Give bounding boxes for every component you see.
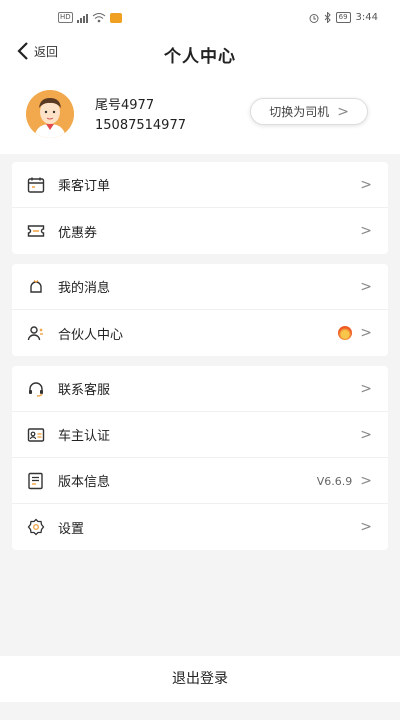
- menu-group-orders: 乘客订单 > 优惠券 >: [12, 162, 388, 254]
- status-time: 3:44: [355, 12, 378, 23]
- status-left: HD: [58, 12, 122, 23]
- menu-item-label: 设置: [58, 521, 85, 537]
- menu-group-service: 联系客服 > 车主认证 > 版本信息 V6.6.9 > 设置 >: [12, 366, 388, 550]
- status-right: 69 3:44: [309, 12, 378, 23]
- menu-item-label: 我的消息: [58, 281, 111, 296]
- chevron-right-icon: >: [360, 427, 372, 443]
- chevron-right-icon: >: [360, 223, 372, 239]
- menu-item-my-messages[interactable]: 我的消息 >: [12, 264, 388, 310]
- menu-group-social: 我的消息 > 合伙人中心 >: [12, 264, 388, 356]
- menu-item-coupons[interactable]: 优惠券 >: [12, 208, 388, 254]
- user-avatar-icon: [26, 90, 74, 138]
- menu-item-owner-verification[interactable]: 车主认证 >: [12, 412, 388, 458]
- switch-to-driver-button[interactable]: 切换为司机 >: [250, 98, 368, 125]
- chevron-right-icon: >: [360, 177, 372, 193]
- info-doc-icon: [26, 471, 46, 491]
- id-card-icon: [26, 425, 46, 445]
- menu-item-partner-center[interactable]: 合伙人中心 >: [12, 310, 388, 356]
- chevron-right-icon: >: [360, 519, 372, 535]
- nav-header: 返回 个人中心: [0, 34, 400, 74]
- chevron-right-icon: >: [360, 473, 372, 489]
- chevron-right-icon: >: [360, 325, 372, 341]
- menu-item-label: 联系客服: [58, 383, 111, 398]
- flame-icon: [338, 326, 353, 340]
- menu-item-settings[interactable]: 设置 >: [12, 504, 388, 550]
- battery-icon: 69: [335, 12, 351, 23]
- ticket-icon: [26, 221, 46, 241]
- wifi-icon: [92, 12, 105, 22]
- menu-item-customer-service[interactable]: 联系客服 >: [12, 366, 388, 412]
- profile-phone: 15087514977: [95, 118, 186, 133]
- partner-icon: [26, 323, 46, 343]
- notification-icon: [109, 12, 122, 23]
- version-value: V6.6.9: [316, 474, 353, 488]
- bluetooth-icon: [324, 12, 331, 23]
- menu-item-passenger-orders[interactable]: 乘客订单 >: [12, 162, 388, 208]
- calendar-icon: [26, 175, 46, 195]
- menu-item-version-info[interactable]: 版本信息 V6.6.9 >: [12, 458, 388, 504]
- logout-button[interactable]: 退出登录: [0, 656, 400, 702]
- hd-icon: HD: [58, 12, 73, 23]
- chevron-right-icon: >: [360, 381, 372, 397]
- alarm-icon: [309, 13, 319, 23]
- page-title: 个人中心: [164, 47, 236, 67]
- chevron-right-icon: >: [360, 279, 372, 295]
- menu-item-label: 合伙人中心: [58, 327, 124, 343]
- switch-label: 切换为司机: [269, 105, 330, 119]
- menu-item-label: 版本信息: [58, 475, 111, 490]
- menu-item-label: 车主认证: [58, 429, 111, 444]
- chevron-right-icon: >: [337, 103, 349, 120]
- menu-item-label: 优惠券: [58, 225, 98, 241]
- menu-item-label: 乘客订单: [58, 179, 111, 194]
- bell-icon: [26, 277, 46, 297]
- gear-icon: [26, 517, 46, 537]
- signal-icon: [76, 13, 88, 23]
- profile-name: 尾号4977: [95, 98, 155, 113]
- status-bar: HD 69 3:44: [0, 0, 400, 34]
- headset-icon: [26, 379, 46, 399]
- avatar[interactable]: [26, 90, 74, 138]
- profile-section: 尾号4977 15087514977 切换为司机 >: [0, 74, 400, 154]
